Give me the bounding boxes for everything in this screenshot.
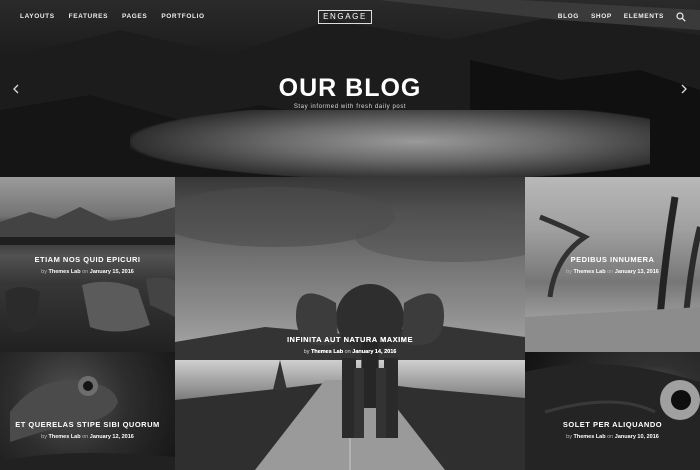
post-author[interactable]: Themes Lab: [574, 434, 606, 440]
blog-post-card[interactable]: ETIAM NOS QUID EPICURI by Themes Lab on …: [0, 177, 175, 352]
page-subtitle: Stay informed with fresh daily post: [293, 104, 407, 110]
post-author[interactable]: Themes Lab: [49, 434, 81, 440]
post-meta: by Themes Lab on January 15, 2016: [41, 269, 134, 275]
chevron-right-icon[interactable]: [679, 82, 689, 96]
post-date: January 14, 2016: [352, 349, 397, 355]
post-title[interactable]: PEDIBUS INNUMERA: [525, 255, 700, 264]
post-author[interactable]: Themes Lab: [574, 269, 606, 275]
post-meta: by Themes Lab on January 10, 2016: [566, 434, 659, 440]
nav-portfolio[interactable]: PORTFOLIO: [161, 12, 204, 22]
nav-shop[interactable]: SHOP: [591, 12, 612, 22]
blog-post-card[interactable]: ET QUERELAS STIPE SIBI QUORUM by Themes …: [0, 352, 175, 470]
overlay: [0, 177, 175, 352]
nav-layouts[interactable]: LAYOUTS: [20, 12, 55, 22]
overlay: [0, 352, 175, 470]
post-meta: by Themes Lab on January 12, 2016: [41, 434, 134, 440]
post-author[interactable]: Themes Lab: [49, 269, 81, 275]
nav-left-group: LAYOUTS FEATURES PAGES PORTFOLIO: [20, 12, 205, 22]
post-date: January 12, 2016: [89, 434, 134, 440]
blog-post-card[interactable]: PEDIBUS INNUMERA by Themes Lab on Januar…: [525, 177, 700, 352]
post-title[interactable]: SOLET PER ALIQUANDO: [525, 420, 700, 429]
nav-blog[interactable]: BLOG: [558, 12, 579, 22]
post-title[interactable]: ETIAM NOS QUID EPICURI: [0, 255, 175, 264]
page-title: OUR BLOG: [278, 74, 422, 102]
overlay: [525, 177, 700, 352]
overlay: [525, 352, 700, 470]
post-title[interactable]: INFINITA AUT NATURA MAXIME: [175, 335, 525, 344]
post-meta: by Themes Lab on January 14, 2016: [303, 349, 397, 355]
blog-post-card[interactable]: SOLET PER ALIQUANDO by Themes Lab on Jan…: [525, 352, 700, 470]
chevron-left-icon[interactable]: [11, 82, 21, 96]
post-date: January 15, 2016: [89, 269, 134, 275]
nav-elements[interactable]: ELEMENTS: [624, 12, 664, 22]
nav-pages[interactable]: PAGES: [122, 12, 147, 22]
post-date: January 13, 2016: [614, 269, 659, 275]
post-author[interactable]: Themes Lab: [311, 349, 343, 355]
nav-features[interactable]: FEATURES: [69, 12, 108, 22]
post-title[interactable]: ET QUERELAS STIPE SIBI QUORUM: [0, 420, 175, 429]
hero-lake: [130, 110, 650, 177]
post-meta: by Themes Lab on January 13, 2016: [566, 269, 659, 275]
post-date: January 10, 2016: [614, 434, 659, 440]
site-logo[interactable]: ENGAGE: [318, 10, 372, 24]
nav-right-group: BLOG SHOP ELEMENTS: [558, 12, 664, 22]
hero-banner: LAYOUTS FEATURES PAGES PORTFOLIO BLOG SH…: [0, 0, 700, 177]
search-icon[interactable]: [676, 12, 686, 22]
